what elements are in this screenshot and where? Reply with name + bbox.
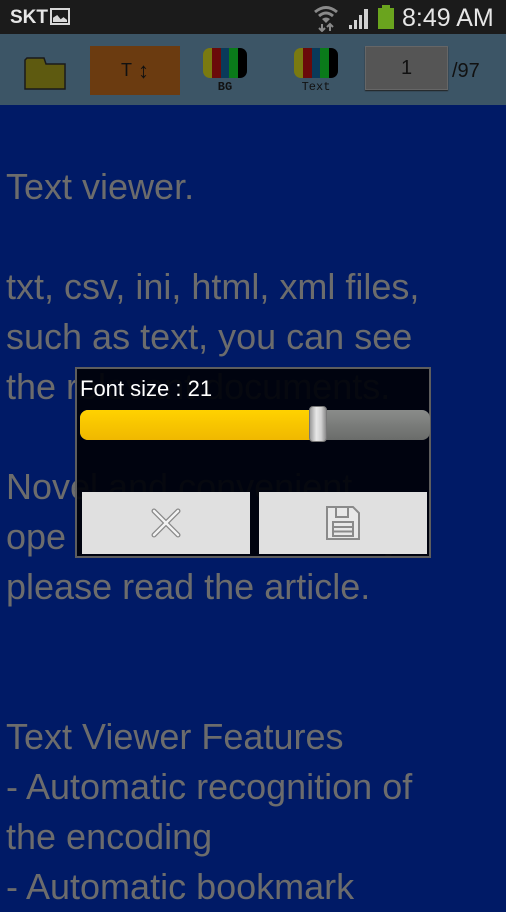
font-size-slider[interactable]	[80, 406, 430, 442]
text-line: Text viewer.	[6, 166, 195, 207]
swatch	[211, 48, 221, 78]
text-line: - Automatic recognition of	[6, 766, 413, 807]
dialog-title: Font size : 21	[80, 376, 213, 401]
swatch	[329, 48, 338, 78]
status-bar: SKT 8:49 AM	[0, 0, 506, 34]
close-icon	[151, 508, 181, 538]
font-size-dialog: Font size : 21	[75, 367, 431, 558]
text-line	[6, 212, 506, 262]
bg-color-button[interactable]	[203, 48, 247, 78]
text-line: the encoding	[6, 816, 213, 857]
swatch	[311, 48, 321, 78]
slider-fill	[80, 410, 318, 440]
swatch	[320, 48, 330, 78]
save-button[interactable]	[259, 492, 427, 554]
page-number-input[interactable]: 1	[365, 46, 448, 90]
page-total: /97	[452, 60, 480, 82]
text-line	[6, 662, 506, 712]
bg-color-label: BG	[217, 80, 233, 94]
text-line: Text Viewer Features	[6, 716, 344, 757]
text-line: please read the article.	[6, 566, 371, 607]
font-size-button[interactable]: T ↕	[90, 46, 180, 95]
gallery-notification-icon	[50, 8, 70, 25]
wifi-icon	[314, 6, 338, 32]
text-line: - Automatic bookmark	[6, 866, 355, 907]
font-size-button-label: T	[121, 60, 132, 80]
slider-thumb[interactable]	[309, 406, 327, 442]
up-down-arrow-icon: ↕	[138, 57, 149, 83]
swatch	[203, 48, 212, 78]
text-line: txt, csv, ini, html, xml files,	[6, 266, 420, 307]
floppy-disk-icon	[326, 506, 360, 540]
carrier-label: SKT	[10, 7, 48, 28]
swatch	[229, 48, 239, 78]
toolbar: T ↕ BG Text 1 /97	[0, 34, 506, 109]
text-color-label: Text	[301, 80, 331, 94]
folder-icon[interactable]	[24, 54, 66, 90]
clock: 8:49 AM	[402, 4, 494, 32]
battery-icon	[378, 5, 394, 29]
text-color-button[interactable]	[294, 48, 338, 78]
signal-icon	[349, 9, 368, 29]
text-line: such as text, you can see	[6, 316, 413, 357]
text-line	[6, 612, 506, 662]
swatch	[302, 48, 312, 78]
swatch	[294, 48, 303, 78]
swatch	[220, 48, 230, 78]
cancel-button[interactable]	[82, 492, 250, 554]
swatch	[238, 48, 247, 78]
